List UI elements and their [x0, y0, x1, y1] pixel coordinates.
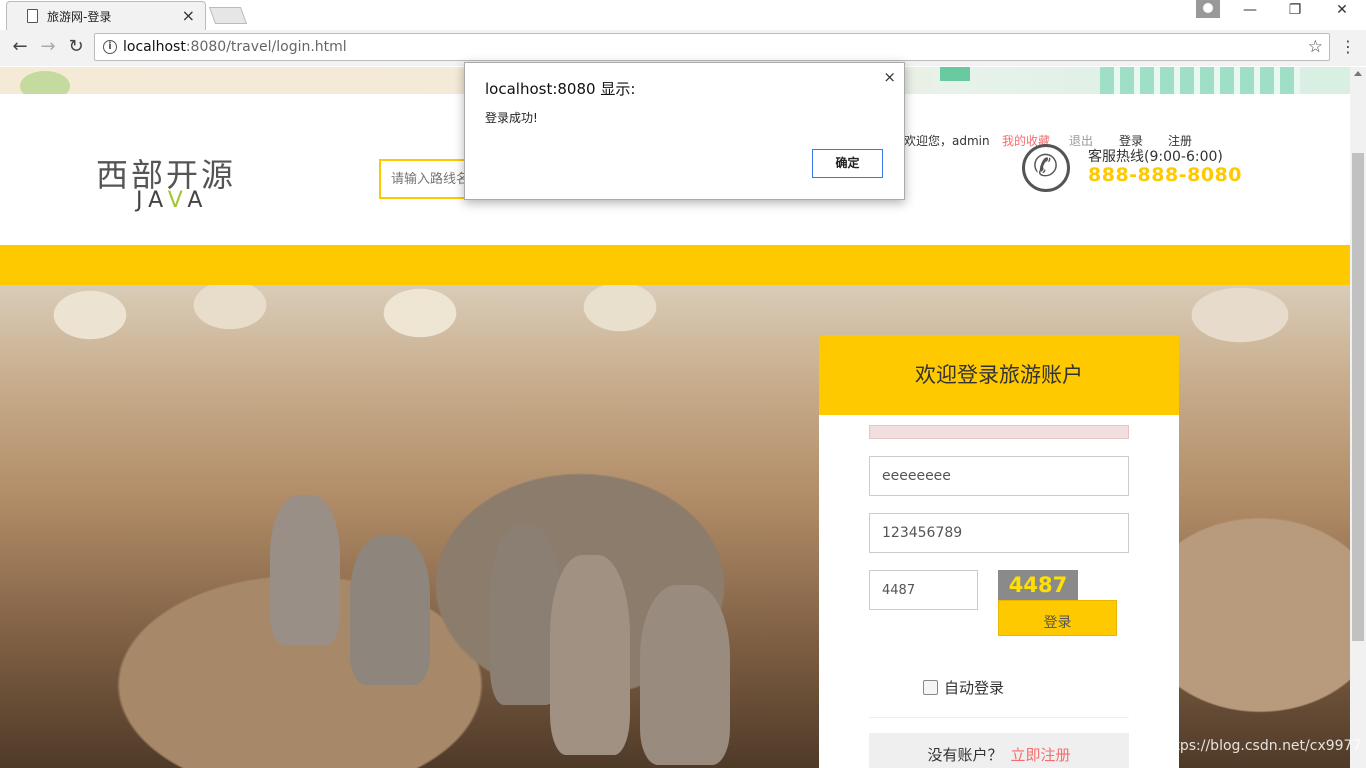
hotline-number: 888-888-8080 [1088, 164, 1242, 186]
scrollbar-thumb[interactable] [1352, 153, 1364, 641]
dialog-ok-button[interactable]: 确定 [812, 149, 883, 178]
bookmark-star-icon[interactable]: ☆ [1308, 37, 1323, 57]
auto-login-option[interactable]: 自动登录 [923, 677, 1004, 698]
captcha-image[interactable]: 4487 [998, 570, 1078, 600]
minimize-button[interactable]: — [1230, 2, 1270, 18]
error-message-bar [869, 425, 1129, 439]
dialog-title: localhost:8080 显示: [485, 80, 636, 98]
dialog-close-icon[interactable]: × [883, 68, 896, 86]
login-submit-button[interactable]: 登录 [998, 600, 1117, 636]
password-field-wrapper[interactable] [869, 513, 1129, 553]
tab-close-icon[interactable]: × [182, 6, 195, 25]
captcha-input[interactable] [870, 571, 977, 609]
phone-icon [1022, 144, 1070, 192]
main-nav-bar [0, 245, 1350, 285]
alert-dialog: localhost:8080 显示: × 登录成功! 确定 [464, 62, 905, 200]
password-input[interactable] [870, 514, 1128, 552]
forward-icon[interactable]: → [36, 36, 60, 60]
no-account-text: 没有账户？ [927, 746, 1003, 764]
welcome-text: 欢迎您，admin [904, 134, 990, 148]
auto-login-label: 自动登录 [944, 679, 1005, 697]
terracotta-figure [640, 585, 730, 765]
terracotta-figure [270, 495, 340, 645]
divider [869, 717, 1129, 718]
page-icon [27, 9, 38, 23]
profile-icon[interactable] [1196, 0, 1220, 18]
login-title: 欢迎登录旅游账户 [819, 335, 1179, 415]
banner-decoration [1100, 67, 1300, 94]
captcha-field-wrapper[interactable] [869, 570, 978, 610]
browser-tab[interactable]: 旅游网-登录 × [6, 1, 206, 30]
register-now-link[interactable]: 立即注册 [1011, 746, 1071, 764]
banner-decoration [20, 71, 70, 94]
back-icon[interactable]: ← [8, 36, 32, 60]
url-text: localhost:8080/travel/login.html [123, 39, 347, 55]
watermark-text: https://blog.csdn.net/cx9977 [1160, 738, 1362, 754]
page-scrollbar[interactable] [1350, 67, 1366, 768]
auto-login-checkbox[interactable] [923, 680, 938, 695]
dialog-message: 登录成功! [485, 111, 538, 125]
login-panel: 欢迎登录旅游账户 4487 登录 自动登录 没有账户？ 立即注册 [819, 335, 1179, 768]
username-field-wrapper[interactable] [869, 456, 1129, 496]
scroll-up-icon[interactable] [1354, 71, 1362, 76]
browser-chrome: 旅游网-登录 × — ❐ ✕ ← → ↻ i localhost:8080/tr… [0, 0, 1366, 66]
username-input[interactable] [870, 457, 1128, 495]
hotline-label: 客服热线(9:00-6:00) [1088, 149, 1223, 165]
site-logo-sub: JAVA [136, 188, 209, 213]
terracotta-figure [550, 555, 630, 755]
reload-icon[interactable]: ↻ [64, 36, 88, 60]
address-bar[interactable]: i localhost:8080/travel/login.html ☆ [94, 33, 1330, 61]
banner-decoration [940, 67, 970, 81]
terracotta-figure [350, 535, 430, 685]
browser-toolbar: ← → ↻ i localhost:8080/travel/login.html… [0, 30, 1366, 66]
browser-menu-icon[interactable]: ⋮ [1338, 38, 1358, 58]
info-icon[interactable]: i [103, 40, 117, 54]
tab-strip: 旅游网-登录 × — ❐ ✕ [0, 0, 1366, 30]
register-prompt: 没有账户？ 立即注册 [869, 733, 1129, 768]
new-tab-button[interactable] [208, 7, 248, 24]
restore-button[interactable]: ❐ [1275, 2, 1315, 18]
tab-title: 旅游网-登录 [47, 10, 112, 24]
window-close-button[interactable]: ✕ [1322, 2, 1362, 18]
